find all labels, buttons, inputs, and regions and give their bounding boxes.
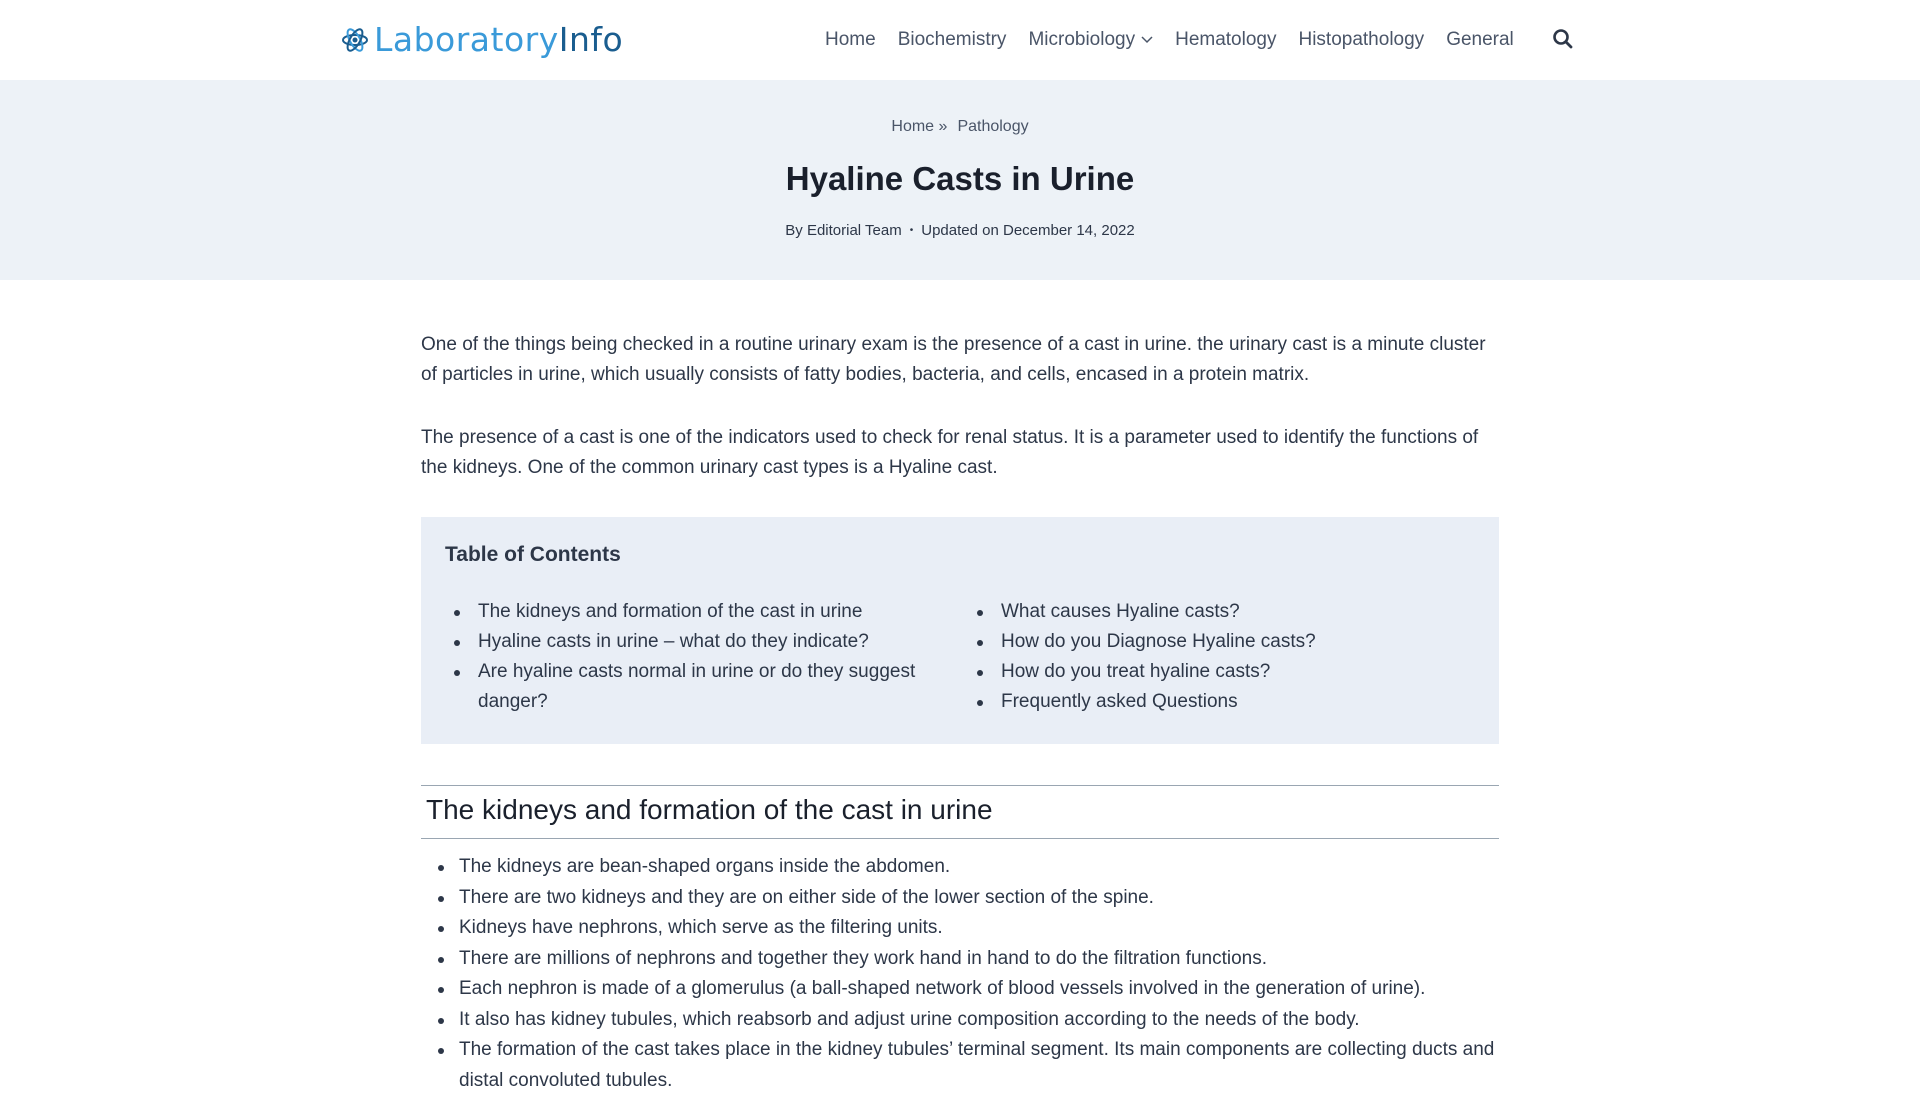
table-of-contents: Table of Contents The kidneys and format…	[421, 517, 1499, 744]
list-item: The kidneys are bean-shaped organs insid…	[421, 852, 1499, 883]
list-item: It also has kidney tubules, which reabso…	[421, 1005, 1499, 1036]
list-item: Each nephron is made of a glomerulus (a …	[421, 974, 1499, 1005]
breadcrumb: Home » Pathology	[0, 118, 1920, 136]
nav-item-home[interactable]: Home	[814, 29, 887, 51]
author-link[interactable]: Editorial Team	[807, 222, 902, 239]
breadcrumb-home[interactable]: Home	[891, 118, 934, 135]
nav-item-histopathology[interactable]: Histopathology	[1287, 29, 1435, 51]
toc-link[interactable]: Frequently asked Questions	[977, 687, 1457, 717]
logo-wordmark-part2: Info	[558, 20, 624, 59]
search-icon[interactable]	[1552, 28, 1574, 50]
toc-column-1: The kidneys and formation of the cast in…	[454, 597, 924, 717]
nav-item-biochemistry[interactable]: Biochemistry	[887, 29, 1018, 51]
toc-column-2: What causes Hyaline casts? How do you Di…	[977, 597, 1457, 717]
atom-logo-icon	[342, 28, 368, 52]
intro-paragraph-1: One of the things being checked in a rou…	[421, 334, 1486, 385]
meta-separator: •	[909, 225, 914, 236]
site-logo[interactable]: LaboratoryInfo	[340, 20, 623, 60]
author-prefix: By	[785, 222, 803, 239]
list-item: Kidneys have nephrons, which serve as th…	[421, 913, 1499, 944]
list-item: There are two kidneys and they are on ei…	[421, 883, 1499, 914]
author-byline: By Editorial Team	[785, 222, 901, 239]
toc-link[interactable]: How do you Diagnose Hyaline casts?	[977, 627, 1457, 657]
page-title: Hyaline Casts in Urine	[785, 160, 1135, 197]
section-heading: The kidneys and formation of the cast in…	[426, 794, 993, 825]
toc-link[interactable]: What causes Hyaline casts?	[977, 597, 1457, 627]
toc-link[interactable]: How do you treat hyaline casts?	[977, 657, 1457, 687]
toc-title: Table of Contents	[445, 543, 621, 566]
nav-item-microbiology-label: Microbiology	[1028, 29, 1136, 50]
updated-date-value: December 14, 2022	[1002, 222, 1135, 239]
updated-prefix: Updated on	[921, 222, 999, 239]
toc-link[interactable]: The kidneys and formation of the cast in…	[454, 597, 924, 627]
breadcrumb-pathology[interactable]: Pathology	[957, 118, 1028, 136]
main-nav: Home Biochemistry Microbiology Hematolog…	[814, 0, 1525, 80]
nav-item-hematology[interactable]: Hematology	[1164, 29, 1287, 51]
nav-item-general[interactable]: General	[1435, 29, 1525, 51]
kidney-facts-list: The kidneys are bean-shaped organs insid…	[421, 852, 1499, 1096]
logo-wordmark: LaboratoryInfo	[374, 20, 623, 60]
nav-item-microbiology[interactable]: Microbiology	[1017, 29, 1164, 51]
logo-wordmark-part1: Laboratory	[374, 20, 559, 59]
article-meta: By Editorial Team • Updated on December …	[0, 222, 1920, 239]
list-item: The formation of the cast takes place in…	[421, 1035, 1499, 1096]
breadcrumb-separator: »	[938, 118, 948, 135]
section-heading-wrapper: The kidneys and formation of the cast in…	[421, 785, 1499, 839]
toc-link[interactable]: Are hyaline casts normal in urine or do …	[454, 657, 924, 717]
article-hero: Home » Pathology Hyaline Casts in Urine …	[0, 80, 1920, 280]
toc-link[interactable]: Hyaline casts in urine – what do they in…	[454, 627, 924, 657]
intro-paragraph-2: The presence of a cast is one of the ind…	[421, 427, 1479, 478]
chevron-down-icon	[1141, 36, 1153, 44]
list-item: There are millions of nephrons and toget…	[421, 944, 1499, 975]
updated-date: Updated on December 14, 2022	[921, 222, 1135, 239]
site-header: LaboratoryInfo Home Biochemistry Microbi…	[0, 0, 1920, 80]
